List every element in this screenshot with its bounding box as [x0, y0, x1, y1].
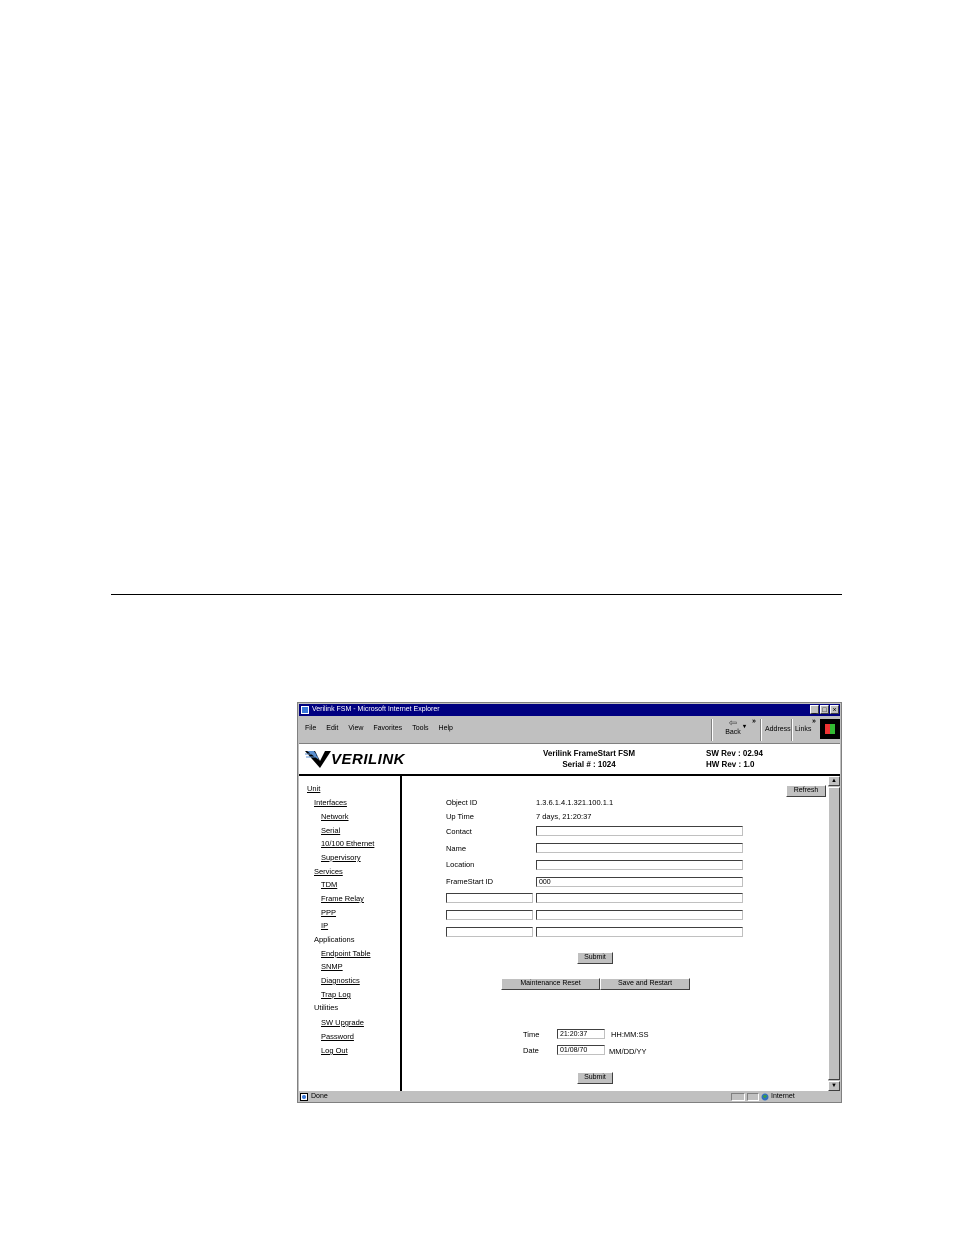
page-divider-rule [111, 594, 842, 595]
sidebar-heading-applications: Applications [314, 935, 355, 944]
sidebar-heading-utilities: Utilities [314, 1003, 339, 1012]
sidebar-item-frame-relay[interactable]: Frame Relay [321, 894, 364, 903]
sidebar-item-interfaces[interactable]: Interfaces [314, 798, 347, 807]
location-field[interactable] [536, 860, 743, 870]
date-field[interactable] [557, 1045, 605, 1055]
submit-time-date-button[interactable]: Submit [577, 1072, 613, 1084]
framestart-id-field[interactable] [536, 877, 743, 887]
sidebar-item-services[interactable]: Services [314, 867, 343, 876]
sidebar-item-ip[interactable]: IP [321, 921, 328, 930]
main-panel: Refresh Object ID 1.3.6.1.4.1.321.100.1.… [402, 776, 828, 1091]
sidebar-item-network[interactable]: Network [321, 812, 349, 821]
object-id-value: 1.3.6.1.4.1.321.100.1.1 [536, 798, 614, 807]
scrollbar-thumb[interactable] [828, 787, 840, 1080]
refresh-button[interactable]: Refresh [786, 785, 826, 797]
title-bar: Verilink FSM - Microsoft Internet Explor… [299, 704, 840, 716]
object-id-label: Object ID [446, 798, 478, 807]
menu-file[interactable]: File [305, 725, 316, 732]
back-dropdown-icon[interactable]: ▾ [743, 723, 746, 730]
back-label: Back [725, 729, 741, 736]
menu-help[interactable]: Help [439, 725, 453, 732]
up-time-value: 7 days, 21:20:37 [536, 812, 592, 821]
browser-window: Verilink FSM - Microsoft Internet Explor… [297, 702, 842, 1103]
sidebar-item-supervisory[interactable]: Supervisory [321, 853, 361, 862]
time-field[interactable] [557, 1029, 605, 1039]
close-button[interactable]: × [830, 705, 839, 714]
contact-label: Contact [446, 827, 472, 836]
custom-value-field[interactable] [536, 927, 743, 937]
submit-button[interactable]: Submit [577, 952, 613, 964]
date-format-hint: MM/DD/YY [609, 1047, 647, 1056]
toolbar-separator [711, 719, 713, 741]
sidebar-item-serial[interactable]: Serial [321, 826, 340, 835]
product-name: Verilink FrameStart FSM [542, 749, 636, 758]
custom-label-field[interactable] [446, 910, 533, 920]
sidebar-item-diagnostics[interactable]: Diagnostics [321, 976, 360, 985]
ie-icon [301, 706, 309, 714]
hw-revision: HW Rev : 1.0 [706, 760, 755, 769]
device-info: Verilink FrameStart FSM Serial # : 1024 [509, 748, 669, 770]
revision-info: SW Rev : 02.94 HW Rev : 1.0 [706, 748, 763, 770]
date-label: Date [523, 1046, 539, 1055]
custom-value-field[interactable] [536, 910, 743, 920]
sidebar-item-trap-log[interactable]: Trap Log [321, 990, 351, 999]
sidebar-item-password[interactable]: Password [321, 1032, 354, 1041]
toolbar-separator [791, 719, 793, 741]
sidebar-item-ppp[interactable]: PPP [321, 908, 336, 917]
toolbar: File Edit View Favorites Tools Help ⇦ Ba… [299, 717, 840, 744]
page-done-icon [300, 1093, 308, 1101]
security-zone: Internet [771, 1093, 795, 1100]
sidebar-item-endpoint-table[interactable]: Endpoint Table [321, 949, 371, 958]
scroll-down-icon[interactable]: ▼ [828, 1081, 840, 1091]
up-time-label: Up Time [446, 812, 474, 821]
maintenance-reset-button[interactable]: Maintenance Reset [501, 978, 600, 990]
minimize-button[interactable]: _ [810, 705, 819, 714]
status-text: Done [311, 1093, 328, 1100]
sidebar-item-snmp[interactable]: SNMP [321, 962, 343, 971]
scroll-up-icon[interactable]: ▲ [828, 776, 840, 786]
menu-edit[interactable]: Edit [326, 725, 338, 732]
verilink-logo: VERILINK [305, 749, 413, 769]
links-label[interactable]: Links [795, 726, 811, 733]
page-header: VERILINK Verilink FrameStart FSM Serial … [299, 744, 840, 776]
vertical-scrollbar[interactable]: ▲ ▼ [828, 776, 840, 1091]
name-label: Name [446, 844, 467, 853]
verilink-logo-icon [305, 751, 331, 768]
sidebar-item-ethernet[interactable]: 10/100 Ethernet [321, 839, 374, 848]
logo-text: VERILINK [331, 751, 406, 768]
maximize-button[interactable]: □ [820, 705, 829, 714]
links-more-chevron-icon[interactable]: » [812, 718, 816, 725]
sw-revision: SW Rev : 02.94 [706, 749, 763, 758]
menu-tools[interactable]: Tools [412, 725, 428, 732]
toolbar-more-chevron-icon[interactable]: » [752, 718, 756, 725]
internet-zone-icon [761, 1093, 769, 1101]
location-label: Location [446, 860, 475, 869]
sidebar-nav: Unit Interfaces Network Serial 10/100 Et… [299, 776, 402, 1091]
status-bar: Done Internet [299, 1092, 840, 1102]
toolbar-separator [760, 719, 762, 741]
sidebar-item-sw-upgrade[interactable]: SW Upgrade [321, 1018, 364, 1027]
custom-value-field[interactable] [536, 893, 743, 903]
window-title: Verilink FSM - Microsoft Internet Explor… [312, 706, 440, 713]
time-format-hint: HH:MM:SS [611, 1030, 649, 1039]
windows-logo-icon [820, 719, 840, 739]
sidebar-item-unit[interactable]: Unit [307, 784, 320, 793]
sidebar-item-log-out[interactable]: Log Out [321, 1046, 348, 1055]
menu-favorites[interactable]: Favorites [373, 725, 402, 732]
address-label[interactable]: Address [765, 726, 791, 733]
framestart-id-label: FrameStart ID [446, 877, 494, 886]
sidebar-item-tdm[interactable]: TDM [321, 880, 337, 889]
page-content: VERILINK Verilink FrameStart FSM Serial … [299, 744, 840, 1091]
time-label: Time [523, 1030, 540, 1039]
status-pane [747, 1093, 759, 1101]
custom-label-field[interactable] [446, 927, 533, 937]
name-field[interactable] [536, 843, 743, 853]
menu-bar: File Edit View Favorites Tools Help [305, 725, 453, 732]
serial-number: Serial # : 1024 [562, 760, 616, 769]
status-pane [731, 1093, 745, 1101]
save-and-restart-button[interactable]: Save and Restart [600, 978, 690, 990]
menu-view[interactable]: View [348, 725, 363, 732]
custom-label-field[interactable] [446, 893, 533, 903]
contact-field[interactable] [536, 826, 743, 836]
